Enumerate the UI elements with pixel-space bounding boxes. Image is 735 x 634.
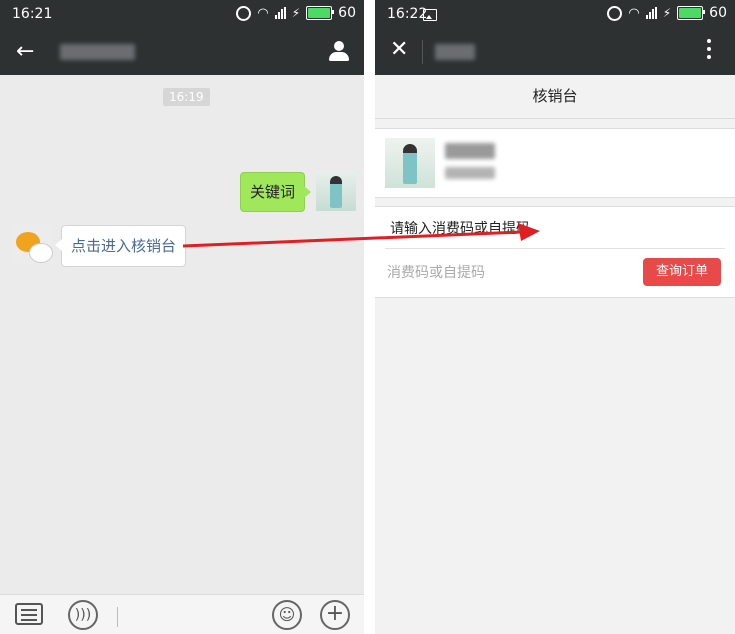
status-icons: ◠ ⚡ 60: [607, 5, 727, 21]
plus-icon[interactable]: +: [320, 600, 350, 630]
status-time: 16:21: [12, 6, 53, 22]
battery-icon: [677, 6, 706, 20]
blurred-user-name: [445, 143, 495, 159]
back-arrow-icon[interactable]: ←: [16, 39, 34, 64]
image-notification-icon: [423, 9, 437, 21]
signal-icon: [645, 7, 657, 19]
received-message-link[interactable]: 点击进入核销台: [54, 225, 187, 267]
code-input[interactable]: [385, 258, 629, 288]
voice-icon[interactable]: ))): [68, 600, 98, 630]
battery-level: 60: [338, 5, 356, 21]
form-divider: [385, 248, 725, 249]
code-input-label: 请输入消费码或自提码: [390, 221, 530, 237]
charging-icon: ⚡: [662, 6, 672, 20]
alarm-icon: [236, 5, 252, 21]
alarm-icon: [607, 5, 623, 21]
blurred-user-info: [445, 167, 495, 179]
sent-message-bubble[interactable]: 关键词: [240, 172, 312, 212]
code-query-form: 请输入消费码或自提码 查询订单: [375, 206, 735, 298]
charging-icon: ⚡: [291, 6, 301, 20]
web-app-bar: ✕: [375, 30, 735, 75]
page-title: 核销台: [375, 75, 735, 119]
query-order-button[interactable]: 查询订单: [643, 258, 721, 286]
status-bar: 16:22 ◠ ⚡ 60: [375, 0, 735, 30]
chat-input-bar: ))) ☺ +: [0, 594, 364, 634]
user-avatar: [385, 138, 435, 188]
battery-icon: [306, 6, 335, 20]
emoji-icon[interactable]: ☺: [272, 600, 302, 630]
signal-icon: [274, 7, 286, 19]
battery-level: 60: [709, 5, 727, 21]
chat-screen: 16:21 ◠ ⚡ 60 ← 16:19 关键词 点击进入核销台 ))) ☺ +: [0, 0, 364, 634]
status-icons: ◠ ⚡ 60: [236, 5, 356, 21]
status-bar: 16:21 ◠ ⚡ 60: [0, 0, 364, 30]
user-card: [375, 128, 735, 198]
status-time: 16:22: [387, 6, 428, 22]
my-avatar[interactable]: [316, 171, 356, 211]
more-options-icon[interactable]: [707, 39, 711, 63]
close-icon[interactable]: ✕: [390, 37, 408, 62]
input-divider: [117, 607, 118, 627]
blurred-page-title: [435, 44, 475, 60]
appbar-divider: [422, 40, 423, 64]
chat-timestamp: 16:19: [163, 88, 210, 106]
verification-screen: 16:22 ◠ ⚡ 60 ✕ 核销台 请输入消费码或自提码 查询订单: [375, 0, 735, 634]
menu-list-icon[interactable]: [15, 603, 43, 625]
wifi-icon: ◠: [628, 5, 640, 21]
wifi-icon: ◠: [257, 5, 269, 21]
contact-profile-icon[interactable]: [328, 40, 350, 62]
blurred-chat-title: [60, 44, 135, 60]
chat-app-bar: ←: [0, 30, 364, 75]
official-account-avatar[interactable]: [12, 225, 53, 265]
chat-area: 16:19 关键词 点击进入核销台: [0, 75, 364, 594]
